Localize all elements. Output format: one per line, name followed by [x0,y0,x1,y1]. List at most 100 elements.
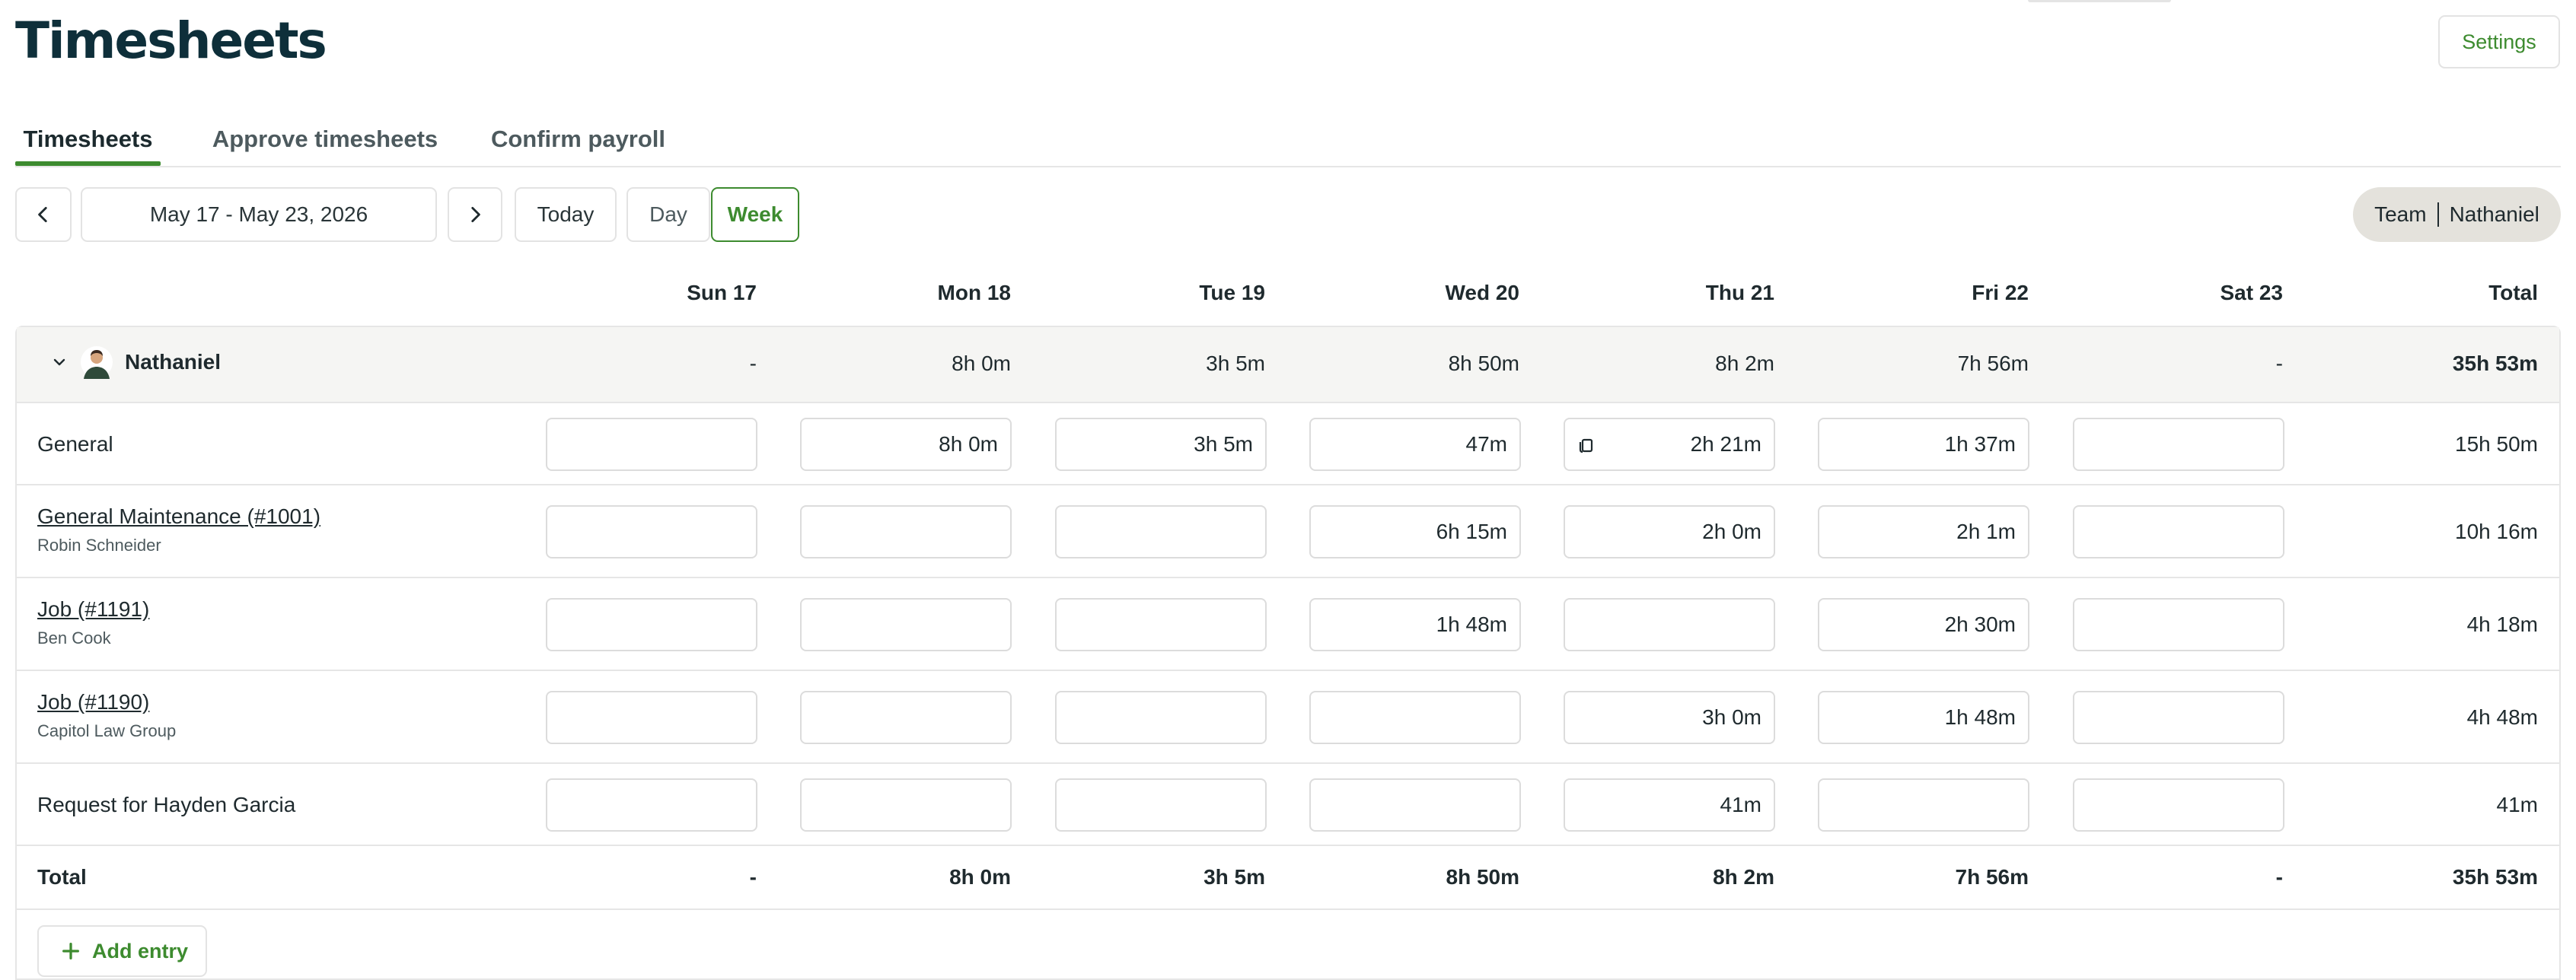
time-input[interactable]: 6h 15m [1309,505,1521,558]
note-icon[interactable] [1577,436,1596,454]
day-header: Fri 22 [1972,281,2029,304]
grand-total: 35h 53m [2452,865,2538,889]
row-divider [17,484,2559,485]
day-grand-total: 8h 50m [1446,865,1520,889]
time-input[interactable] [2073,691,2284,744]
time-input[interactable] [1055,778,1267,832]
time-input[interactable] [1564,598,1775,651]
time-value: 8h 0m [939,432,998,456]
time-input[interactable] [1309,691,1521,744]
tab-bar: Timesheets Approve timesheets Confirm pa… [15,114,2561,167]
time-input[interactable] [800,691,1012,744]
day-header: Sat 23 [2220,281,2284,304]
row-label: General [37,432,113,456]
time-input[interactable] [1055,505,1267,558]
time-input[interactable] [1818,778,2029,832]
day-header: Wed 20 [1445,281,1519,304]
time-input[interactable] [2073,505,2284,558]
total-header: Total [2488,281,2538,304]
time-input[interactable]: 3h 5m [1055,418,1267,471]
time-input[interactable] [546,691,757,744]
toggle-separator [2437,202,2439,227]
time-input[interactable]: 2h 21m [1564,418,1775,471]
time-value: 2h 30m [1944,612,2016,636]
person-day-total: 7h 56m [1957,352,2029,375]
next-week-button[interactable] [448,187,502,242]
toggle-person[interactable]: Nathaniel [2450,202,2539,227]
time-input[interactable] [546,598,757,651]
job-link[interactable]: Job (#1190) [37,689,149,716]
toggle-team[interactable]: Team [2374,202,2426,227]
person-day-total: - [749,352,757,375]
tab-confirm-payroll[interactable]: Confirm payroll [472,114,684,164]
person-day-total: 8h 0m [952,352,1011,375]
day-header: Tue 19 [1199,281,1265,304]
chevron-down-icon[interactable] [50,353,69,371]
row-customer: Ben Cook [37,628,111,648]
avatar [81,346,113,379]
time-input[interactable] [2073,598,2284,651]
time-input[interactable]: 8h 0m [800,418,1012,471]
time-input[interactable] [1309,778,1521,832]
time-value: 1h 48m [1944,705,2016,729]
person-day-total: 8h 50m [1448,352,1519,375]
team-person-toggle[interactable]: Team Nathaniel [2353,187,2561,242]
date-range-picker[interactable]: May 17 - May 23, 2026 [81,187,437,242]
time-input[interactable]: 1h 48m [1818,691,2029,744]
time-input[interactable] [2073,778,2284,832]
day-header: Sun 17 [687,281,757,304]
row-divider [17,845,2559,846]
day-grand-total: 3h 5m [1204,865,1265,889]
time-input[interactable] [546,778,757,832]
time-input[interactable] [1055,598,1267,651]
row-divider [17,402,2559,403]
time-value: 1h 37m [1944,432,2016,456]
top-divider-accent [2028,0,2171,2]
time-input[interactable]: 3h 0m [1564,691,1775,744]
time-input[interactable] [546,505,757,558]
time-value: 3h 5m [1194,432,1253,456]
tab-timesheets[interactable]: Timesheets [15,114,161,166]
time-value: 1h 48m [1436,612,1507,636]
time-value: 2h 0m [1702,520,1761,543]
day-grand-total: - [749,865,757,889]
time-input[interactable] [800,505,1012,558]
row-customer: Capitol Law Group [37,721,177,740]
day-grand-total: 8h 2m [1713,865,1774,889]
time-input[interactable] [800,778,1012,832]
time-value: 2h 1m [1956,520,2016,543]
day-grand-total: 8h 0m [949,865,1011,889]
time-input[interactable] [1055,691,1267,744]
row-total: 41m [2496,793,2538,816]
settings-button[interactable]: Settings [2438,15,2560,68]
tab-approve-timesheets[interactable]: Approve timesheets [203,114,447,164]
time-input[interactable]: 1h 37m [1818,418,2029,471]
time-value: 6h 15m [1436,520,1507,543]
time-input[interactable] [2073,418,2284,471]
time-input[interactable]: 2h 1m [1818,505,2029,558]
time-input[interactable] [546,418,757,471]
time-input[interactable] [800,598,1012,651]
totals-label: Total [37,865,87,889]
previous-week-button[interactable] [15,187,72,242]
time-value: 3h 0m [1702,705,1761,729]
week-view-button[interactable]: Week [711,187,799,242]
time-input[interactable]: 47m [1309,418,1521,471]
day-grand-total: - [2275,865,2283,889]
time-input[interactable]: 2h 30m [1818,598,2029,651]
person-day-total: 3h 5m [1206,352,1265,375]
row-customer: Robin Schneider [37,536,161,555]
person-day-total: - [2275,352,2283,375]
time-input[interactable]: 41m [1564,778,1775,832]
job-link[interactable]: General Maintenance (#1001) [37,503,320,530]
person-day-total: 8h 2m [1715,352,1774,375]
day-view-button[interactable]: Day [626,187,710,242]
row-total: 15h 50m [2455,432,2538,456]
person-name: Nathaniel [125,350,222,374]
page-title: Timesheets [15,11,327,70]
job-link[interactable]: Job (#1191) [37,596,149,623]
today-button[interactable]: Today [515,187,617,242]
add-entry-button[interactable]: Add entry [37,925,207,977]
time-input[interactable]: 2h 0m [1564,505,1775,558]
time-input[interactable]: 1h 48m [1309,598,1521,651]
